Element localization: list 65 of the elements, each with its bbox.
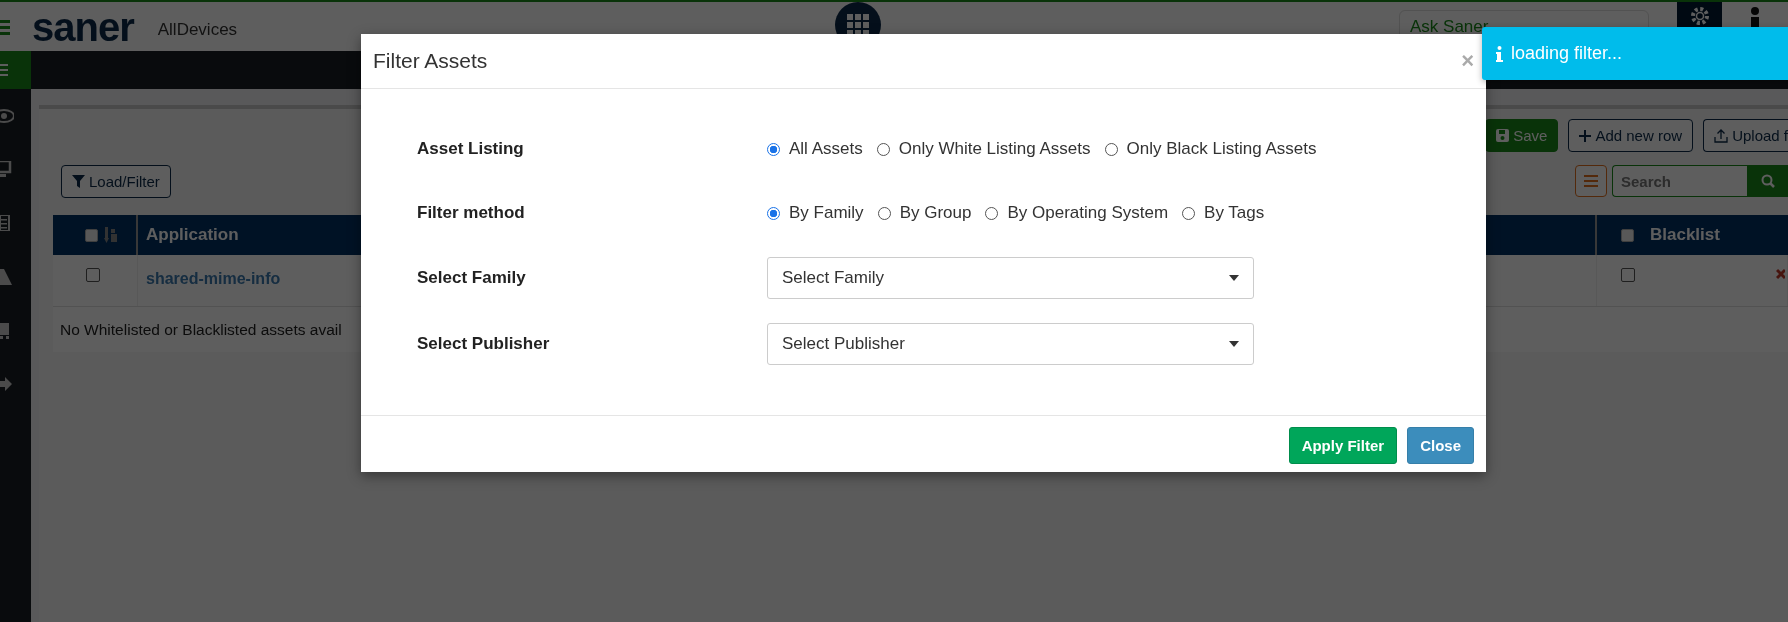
radio-option[interactable]: Only White Listing Assets	[876, 139, 1091, 159]
monitor-icon[interactable]	[0, 161, 12, 177]
checkbox[interactable]	[1621, 268, 1635, 282]
radio-button[interactable]	[767, 206, 780, 220]
field-label: Filter method	[417, 203, 526, 223]
floppy-icon	[1496, 129, 1510, 142]
application-link[interactable]: shared-mime-info	[146, 270, 281, 288]
server-icon[interactable]	[0, 323, 10, 339]
checkbox[interactable]	[1621, 228, 1634, 242]
search-icon	[1760, 174, 1775, 188]
column-header[interactable]: Application	[146, 225, 239, 245]
column-header[interactable]: Blacklist	[1650, 225, 1720, 245]
radio-button[interactable]	[877, 206, 891, 220]
save-button[interactable]: Save	[1485, 119, 1559, 152]
toast-message: loading filter...	[1511, 43, 1623, 64]
eye-icon[interactable]	[0, 109, 14, 123]
caret-icon	[1229, 341, 1239, 347]
field-label: Select Publisher	[417, 334, 551, 354]
menu-icon	[0, 64, 8, 76]
empty-message: No Whitelisted or Blacklisted assets avail	[60, 320, 342, 339]
radio-option[interactable]: By Family	[767, 203, 864, 223]
radio-option[interactable]: All Assets	[767, 139, 863, 159]
list-icon[interactable]	[0, 215, 10, 231]
delete-icon[interactable]	[1776, 268, 1785, 280]
context-label: AllDevices	[157, 19, 238, 40]
field-label: Asset Listing	[417, 139, 525, 159]
ask-placeholder: Ask Saner	[1410, 16, 1489, 37]
menu-icon[interactable]	[0, 18, 10, 35]
dropdown[interactable]: Select Publisher	[767, 323, 1254, 365]
checkbox[interactable]	[85, 228, 98, 242]
radio-option[interactable]: Only Black Listing Assets	[1104, 139, 1317, 159]
columns-menu-button[interactable]	[1575, 165, 1607, 197]
close-button[interactable]: Close	[1407, 427, 1474, 464]
caret-icon	[1229, 275, 1239, 281]
close-button[interactable]: ×	[1461, 48, 1474, 74]
settings-icon	[1689, 6, 1710, 26]
dropdown-placeholder: Select Family	[782, 268, 885, 288]
field-label: Select Family	[417, 268, 527, 288]
add-button[interactable]: Add new row	[1568, 119, 1694, 152]
sidebar-toggle[interactable]	[0, 51, 31, 89]
upload-icon	[1714, 128, 1729, 143]
radio-option[interactable]: By Group	[877, 203, 972, 223]
warning-icon[interactable]	[0, 269, 12, 285]
radio-button[interactable]	[876, 142, 890, 156]
radio-button[interactable]	[1182, 206, 1196, 220]
search-button[interactable]	[1747, 165, 1788, 197]
radio-button[interactable]	[767, 142, 780, 156]
dialog-title: Filter Assets	[373, 49, 488, 73]
radio-button[interactable]	[1104, 142, 1118, 156]
dropdown[interactable]: Select Family	[767, 257, 1254, 299]
exit-icon[interactable]	[0, 377, 12, 391]
radio-option[interactable]: By Tags	[1182, 203, 1265, 223]
sort-icon[interactable]	[104, 227, 118, 243]
plus-icon	[1579, 129, 1592, 142]
radio-option[interactable]: By Operating System	[985, 203, 1169, 223]
radio-button[interactable]	[985, 206, 999, 220]
checkbox[interactable]	[86, 268, 100, 282]
apply-filter-button[interactable]: Apply Filter	[1288, 427, 1398, 464]
logo: saner	[32, 6, 134, 47]
funnel-icon	[72, 174, 85, 188]
menu-icon	[1584, 175, 1598, 187]
upload-button[interactable]: Upload f	[1703, 119, 1788, 152]
dropdown-placeholder: Select Publisher	[782, 334, 905, 354]
info-icon	[1496, 45, 1503, 62]
load-filter-button[interactable]: Load/Filter	[61, 164, 171, 198]
